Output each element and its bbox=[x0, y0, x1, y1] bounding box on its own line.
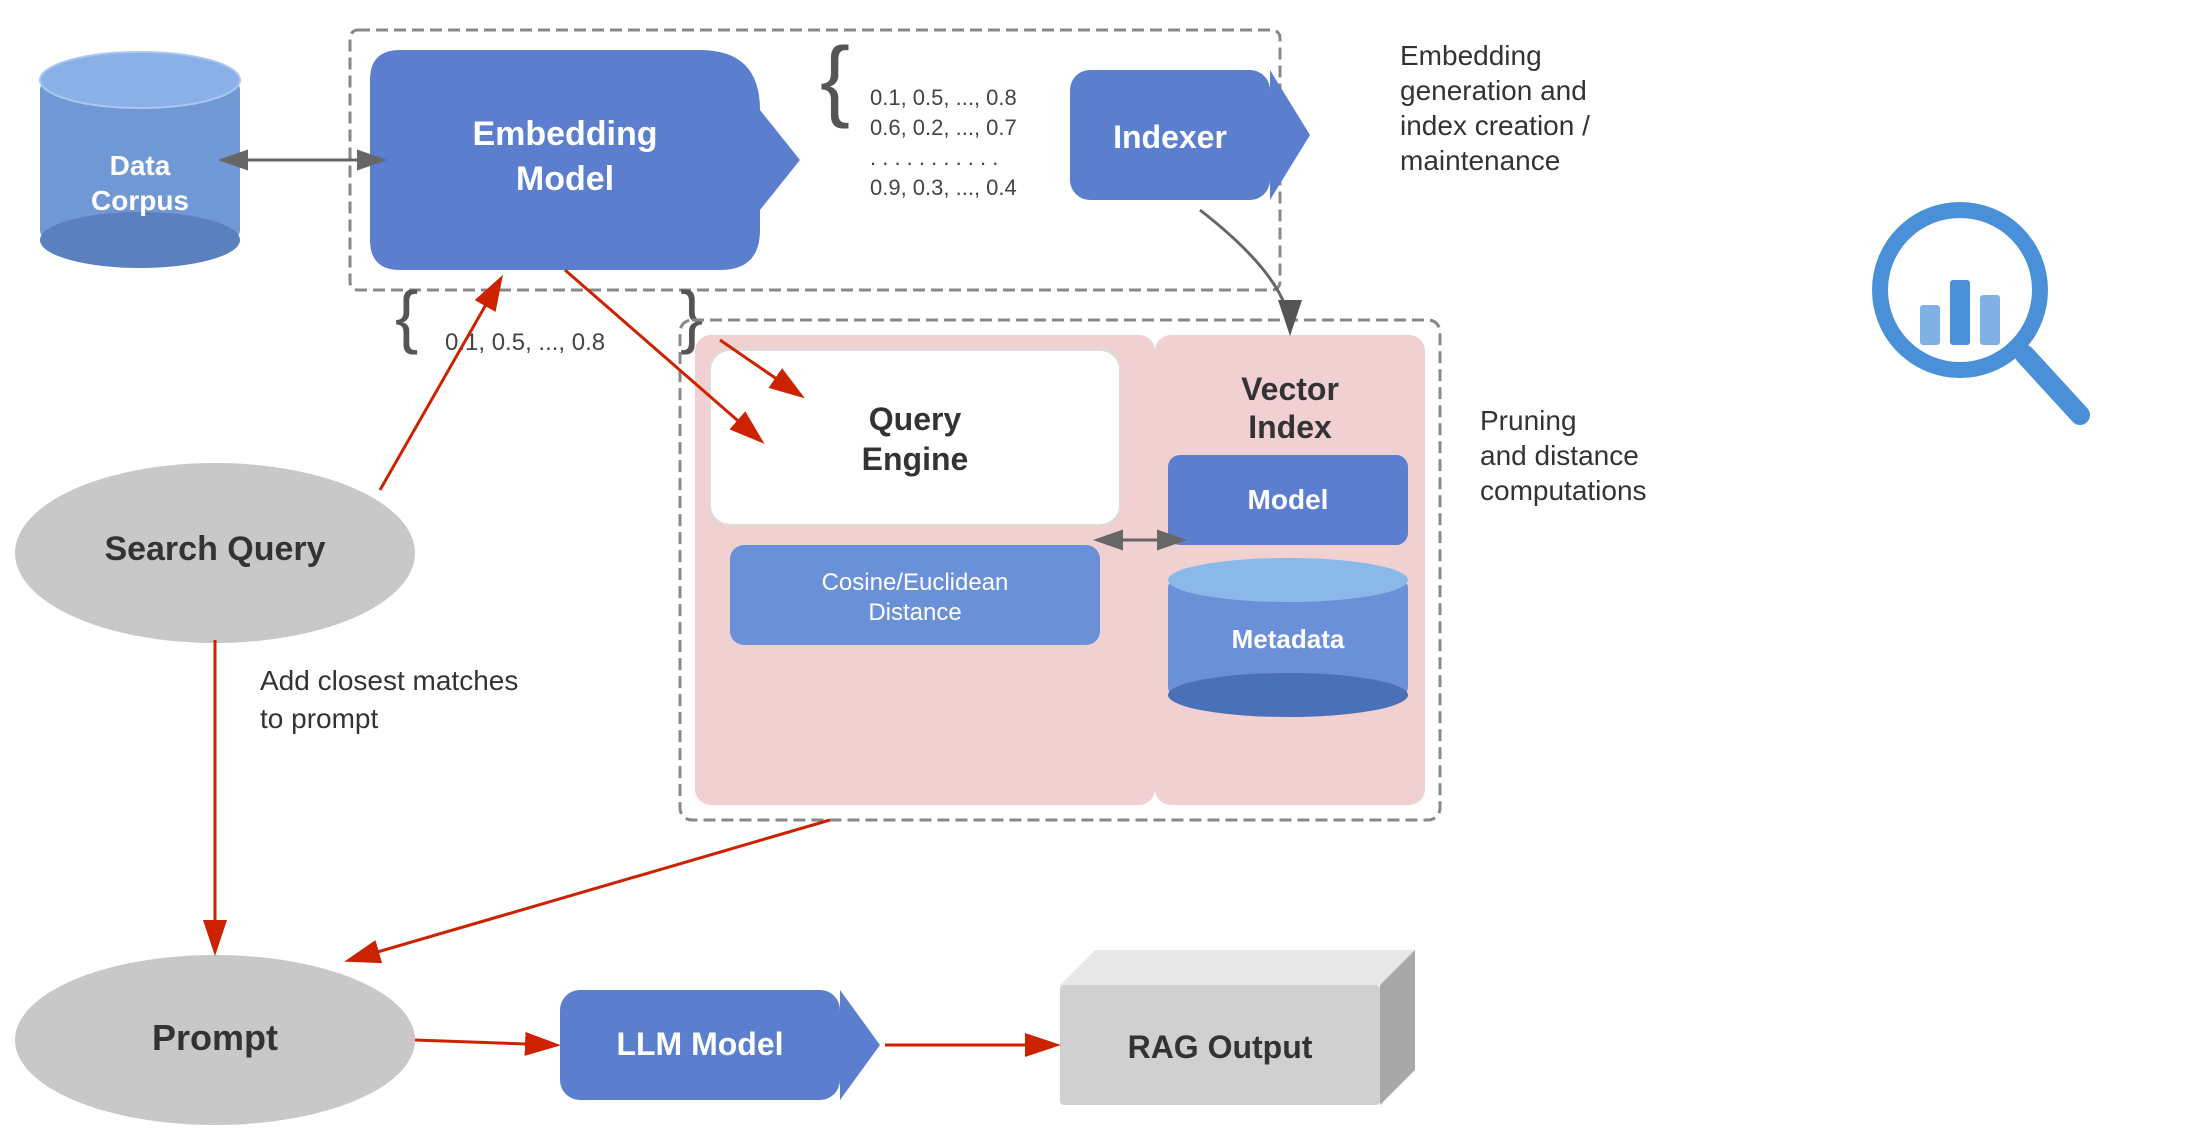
indexer: Indexer bbox=[1070, 70, 1310, 200]
model-box: Model bbox=[1168, 455, 1408, 545]
annotation-right-line3: computations bbox=[1480, 475, 1647, 506]
svg-text:{: { bbox=[395, 277, 418, 355]
annotation-top-line4: maintenance bbox=[1400, 145, 1560, 176]
metadata-label: Metadata bbox=[1232, 624, 1345, 654]
vector-numbers-mid: { 0.1, 0.5, ..., 0.8 } bbox=[395, 277, 703, 356]
query-engine-label2: Engine bbox=[862, 441, 969, 477]
embedding-model-label2: Model bbox=[516, 160, 614, 198]
svg-text:{: { bbox=[820, 30, 850, 130]
search-query: Search Query bbox=[15, 463, 415, 643]
annotation-right-line1: Pruning bbox=[1480, 405, 1577, 436]
vector-index-label2: Index bbox=[1248, 409, 1332, 445]
annotation-bottom-line1: Add closest matches bbox=[260, 665, 518, 696]
data-corpus: Data Corpus bbox=[40, 52, 240, 268]
vector-number-line2: 0.6, 0.2, ..., 0.7 bbox=[870, 115, 1017, 140]
data-corpus-label: Data bbox=[110, 150, 171, 181]
prompt-label: Prompt bbox=[152, 1017, 278, 1058]
metadata-box: Metadata bbox=[1168, 558, 1408, 717]
arrow-prompt-llm bbox=[415, 1040, 555, 1045]
prompt: Prompt bbox=[15, 955, 415, 1125]
data-corpus-label2: Corpus bbox=[91, 185, 189, 216]
model-label: Model bbox=[1248, 484, 1329, 515]
rag-output-label: RAG Output bbox=[1128, 1029, 1313, 1065]
vector-number-line1: 0.1, 0.5, ..., 0.8 bbox=[870, 85, 1017, 110]
cosine-euclidean: Cosine/Euclidean Distance bbox=[730, 545, 1100, 645]
annotation-bottom-left: Add closest matches to prompt bbox=[260, 665, 518, 734]
annotation-top: Embedding generation and index creation … bbox=[1400, 40, 1590, 176]
query-engine-label: Query bbox=[869, 401, 962, 437]
llm-model-label: LLM Model bbox=[616, 1026, 783, 1062]
cosine-label1: Cosine/Euclidean bbox=[822, 569, 1009, 596]
embedding-model-label: Embedding bbox=[472, 115, 657, 153]
llm-model: LLM Model bbox=[560, 990, 880, 1100]
annotation-bottom-line2: to prompt bbox=[260, 703, 378, 734]
embedding-model: Embedding Model bbox=[370, 50, 800, 270]
cosine-label2: Distance bbox=[868, 599, 961, 626]
search-query-label: Search Query bbox=[104, 530, 325, 568]
rag-output: RAG Output bbox=[1060, 950, 1415, 1105]
annotation-right-line2: and distance bbox=[1480, 440, 1639, 471]
annotation-top-line3: index creation / bbox=[1400, 110, 1590, 141]
vector-numbers-top: { 0.1, 0.5, ..., 0.8 0.6, 0.2, ..., 0.7 … bbox=[820, 30, 1017, 200]
vector-number-line3: 0.9, 0.3, ..., 0.4 bbox=[870, 175, 1017, 200]
diagram-container: Data Corpus Embedding Model { 0.1, 0.5, … bbox=[0, 0, 2200, 1136]
vector-number-dots: . . . . . . . . . . . bbox=[870, 145, 998, 170]
annotation-top-line2: generation and bbox=[1400, 75, 1587, 106]
indexer-label: Indexer bbox=[1113, 119, 1227, 155]
annotation-top-line1: Embedding bbox=[1400, 40, 1542, 71]
vector-index-label1: Vector bbox=[1241, 371, 1339, 407]
magnifier-icon bbox=[1880, 210, 2080, 415]
arrow-indexer-vectorindex bbox=[1200, 210, 1290, 330]
annotation-right: Pruning and distance computations bbox=[1480, 405, 1647, 506]
arrow-query-prompt bbox=[350, 820, 830, 960]
